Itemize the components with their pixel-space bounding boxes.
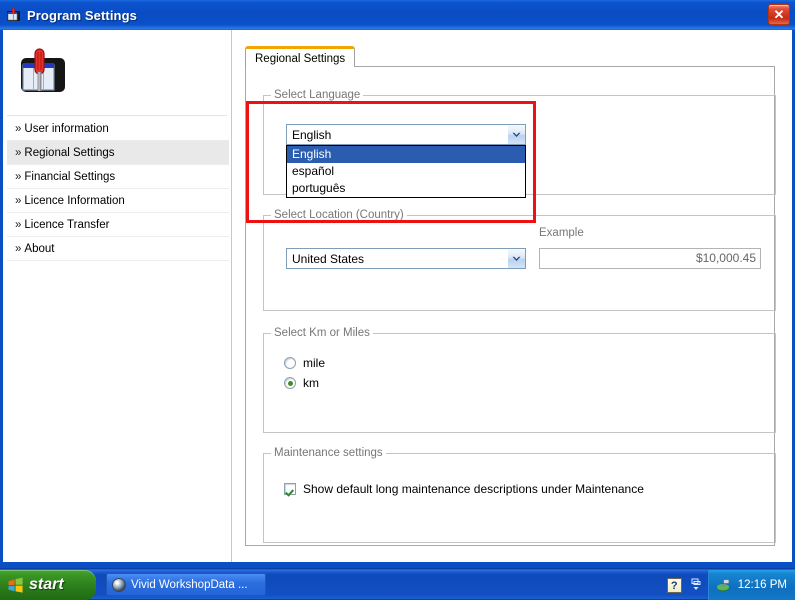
select-units-group-title: Select Km or Miles [271,327,373,339]
system-tray: ? 12:16 PM [659,570,795,600]
sidebar: » User information » Regional Settings » Fi… [3,30,232,562]
maintenance-settings-group: Maintenance settings Show default long m… [263,447,776,543]
radio-option-km[interactable]: km [284,376,319,390]
window-title-bar: Program Settings ✕ [0,0,795,30]
radio-option-mile-label: mile [303,356,326,370]
sidebar-item-financial-settings[interactable]: » Financial Settings [7,165,229,189]
tab-strip: Regional Settings [245,46,356,67]
sidebar-logo-container [7,34,227,116]
network-tray-icon[interactable] [716,578,731,593]
close-icon[interactable]: ✕ [768,4,790,25]
app-disc-icon [112,577,126,592]
program-settings-window: Program Settings ✕ » User information » … [0,0,795,568]
country-combobox-value: United States [292,251,365,266]
sidebar-item-label: Licence Information [24,195,125,207]
sidebar-nav: » User information » Regional Settings » Fi… [7,117,229,261]
select-language-group: Select Language English English español … [263,89,776,198]
example-label: Example [539,227,584,239]
window-title: Program Settings [27,7,137,23]
chevron-down-icon[interactable] [507,125,525,144]
chevron-right-icon: » [15,123,22,135]
radio-unchecked-icon [284,357,296,369]
toolbox-screwdriver-icon [6,7,22,23]
tray-clock-area: 12:16 PM [707,570,795,600]
tray-clock[interactable]: 12:16 PM [738,579,787,591]
sidebar-item-label: User information [24,123,109,135]
language-option-portugues[interactable]: português [287,180,525,197]
chevron-right-icon: » [15,195,22,207]
language-combobox-value: English [292,127,332,142]
taskbar: start Vivid WorkshopData ... ? 12:16 PM [0,569,795,600]
sidebar-item-label: Regional Settings [24,147,115,159]
main-panel: Regional Settings Select Language Englis… [233,30,792,562]
tab-page-regional-settings: Select Language English English español … [245,66,776,546]
sidebar-item-licence-information[interactable]: » Licence Information [7,189,229,213]
window-client-area: » User information » Regional Settings » Fi… [3,30,792,562]
select-language-group-title: Select Language [271,89,364,101]
language-dropdown-list[interactable]: English español português [286,145,526,198]
windows-flag-icon [7,577,24,594]
start-button[interactable]: start [0,570,96,600]
chevron-right-icon: » [15,219,22,231]
chevron-right-icon: » [15,243,22,255]
sidebar-item-regional-settings[interactable]: » Regional Settings [7,141,229,165]
language-option-espanol[interactable]: español [287,163,525,180]
language-option-english[interactable]: English [287,146,525,163]
tray-notification-area: ? [659,570,708,600]
start-button-label: start [29,576,64,593]
sidebar-item-user-information[interactable]: » User information [7,117,229,141]
radio-option-km-label: km [303,376,319,390]
checkbox-checked-icon [284,483,296,495]
help-question-icon[interactable]: ? [666,577,682,593]
country-combobox[interactable]: United States [286,248,526,269]
maintenance-descriptions-label: Show default long maintenance descriptio… [303,482,644,496]
taskbar-item-vivid-workshopdata[interactable]: Vivid WorkshopData ... [106,573,266,596]
maintenance-descriptions-checkbox[interactable]: Show default long maintenance descriptio… [284,482,644,496]
sidebar-item-licence-transfer[interactable]: » Licence Transfer [7,213,229,237]
chevron-down-icon[interactable] [507,249,525,268]
sidebar-item-about[interactable]: » About [7,237,229,261]
tab-regional-settings[interactable]: Regional Settings [245,46,356,67]
screwdriver-toolbox-logo [17,44,75,102]
maintenance-settings-group-title: Maintenance settings [271,447,386,459]
radio-option-mile[interactable]: mile [284,356,325,370]
sidebar-item-label: About [24,243,55,255]
chevron-right-icon: » [15,171,22,183]
sidebar-item-label: Financial Settings [24,171,116,183]
example-value-field: $10,000.45 [539,248,761,269]
chevron-right-icon: » [15,147,22,159]
tray-overflow-chevron-icon[interactable] [690,578,702,593]
select-location-group-title: Select Location (Country) [271,209,407,221]
taskbar-item-label: Vivid WorkshopData ... [131,578,248,591]
select-units-group: Select Km or Miles mile km [263,327,776,433]
select-location-group: Select Location (Country) United States … [263,209,776,311]
language-combobox[interactable]: English [286,124,526,145]
sidebar-item-label: Licence Transfer [24,219,110,231]
radio-checked-icon [284,377,296,389]
